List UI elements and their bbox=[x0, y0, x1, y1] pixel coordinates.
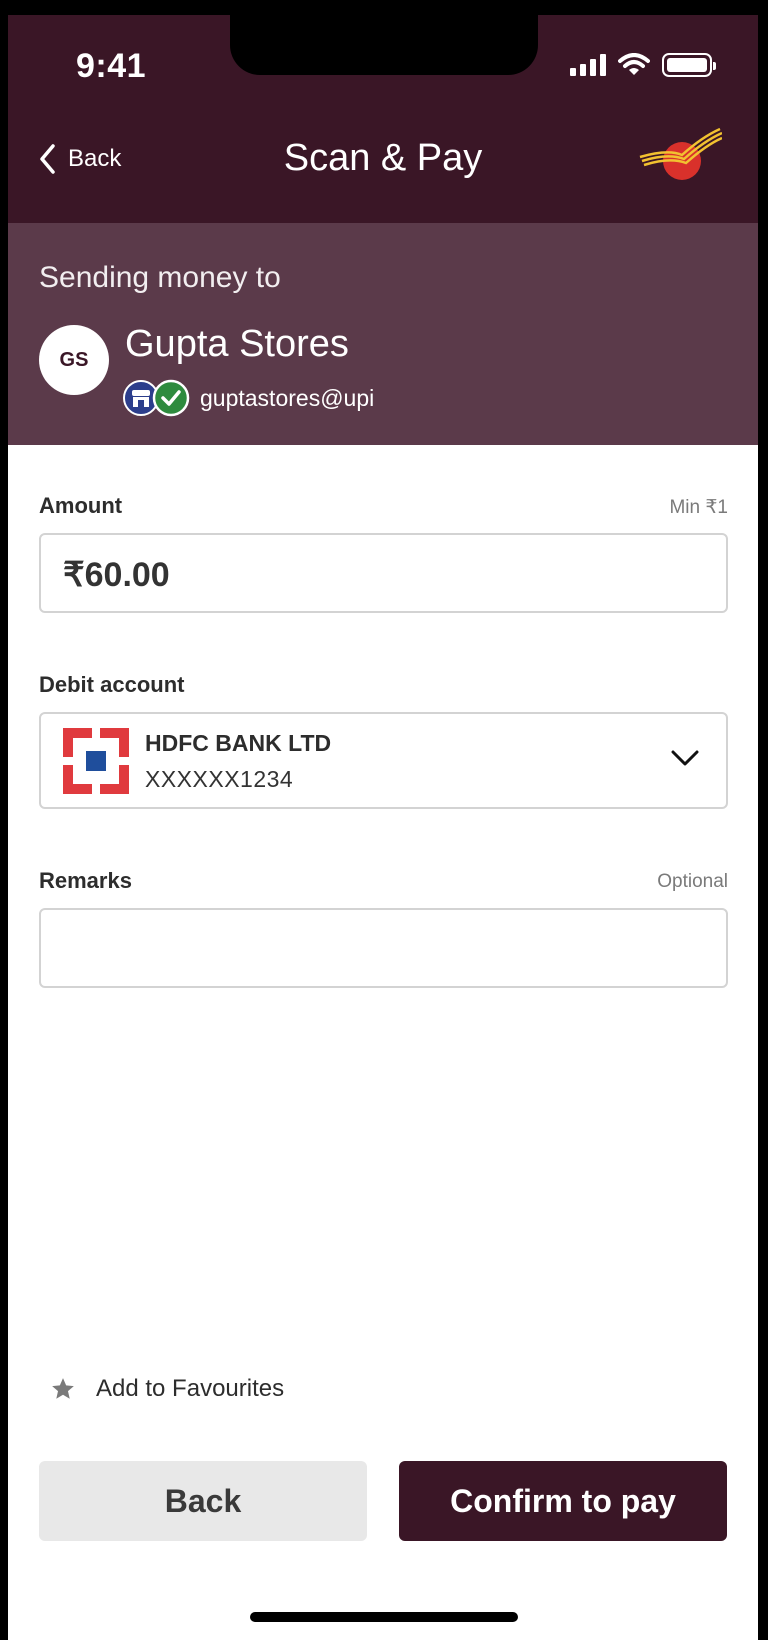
payee-name: Gupta Stores bbox=[125, 323, 349, 365]
status-icons bbox=[570, 53, 716, 77]
hdfc-bank-logo bbox=[63, 728, 129, 794]
amount-input[interactable]: ₹60.00 bbox=[39, 533, 728, 613]
star-icon bbox=[52, 1378, 74, 1399]
remarks-input[interactable] bbox=[39, 908, 728, 988]
account-number: XXXXXX1234 bbox=[145, 766, 294, 792]
confirm-to-pay-button[interactable]: Confirm to pay bbox=[399, 1461, 727, 1541]
phone-screen: 9:41 Back Scan & Pay Sending money to GS… bbox=[8, 15, 758, 1640]
amount-hint: Min ₹1 bbox=[669, 497, 728, 518]
back-button[interactable]: Back bbox=[39, 1461, 367, 1541]
debit-account-select[interactable]: HDFC BANK LTD XXXXXX1234 bbox=[39, 712, 728, 809]
wifi-icon bbox=[618, 53, 650, 75]
sending-money-label: Sending money to bbox=[39, 261, 281, 294]
add-to-favourites-label: Add to Favourites bbox=[96, 1375, 285, 1402]
status-time: 9:41 bbox=[76, 47, 147, 85]
bank-name: HDFC BANK LTD bbox=[145, 730, 332, 756]
battery-icon bbox=[662, 53, 716, 77]
add-to-favourites-toggle[interactable]: Add to Favourites bbox=[50, 1375, 284, 1403]
verified-check-icon bbox=[152, 379, 190, 417]
debit-account-label: Debit account bbox=[39, 672, 185, 697]
payee-section: Sending money to GS Gupta Stores guptast… bbox=[8, 223, 758, 445]
chevron-down-icon bbox=[671, 750, 699, 766]
home-indicator[interactable] bbox=[250, 1612, 518, 1622]
device-notch bbox=[230, 15, 538, 75]
payee-vpa-row: guptastores@upi bbox=[122, 379, 374, 417]
amount-label: Amount bbox=[39, 493, 123, 518]
amount-value: ₹60.00 bbox=[63, 556, 170, 594]
remarks-label: Remarks bbox=[39, 868, 132, 893]
app-header: 9:41 Back Scan & Pay bbox=[8, 15, 758, 223]
payee-vpa: guptastores@upi bbox=[200, 384, 375, 411]
india-post-logo bbox=[639, 127, 722, 180]
signal-icon bbox=[570, 54, 606, 76]
payee-avatar: GS bbox=[39, 325, 109, 395]
remarks-hint: Optional bbox=[657, 871, 728, 892]
